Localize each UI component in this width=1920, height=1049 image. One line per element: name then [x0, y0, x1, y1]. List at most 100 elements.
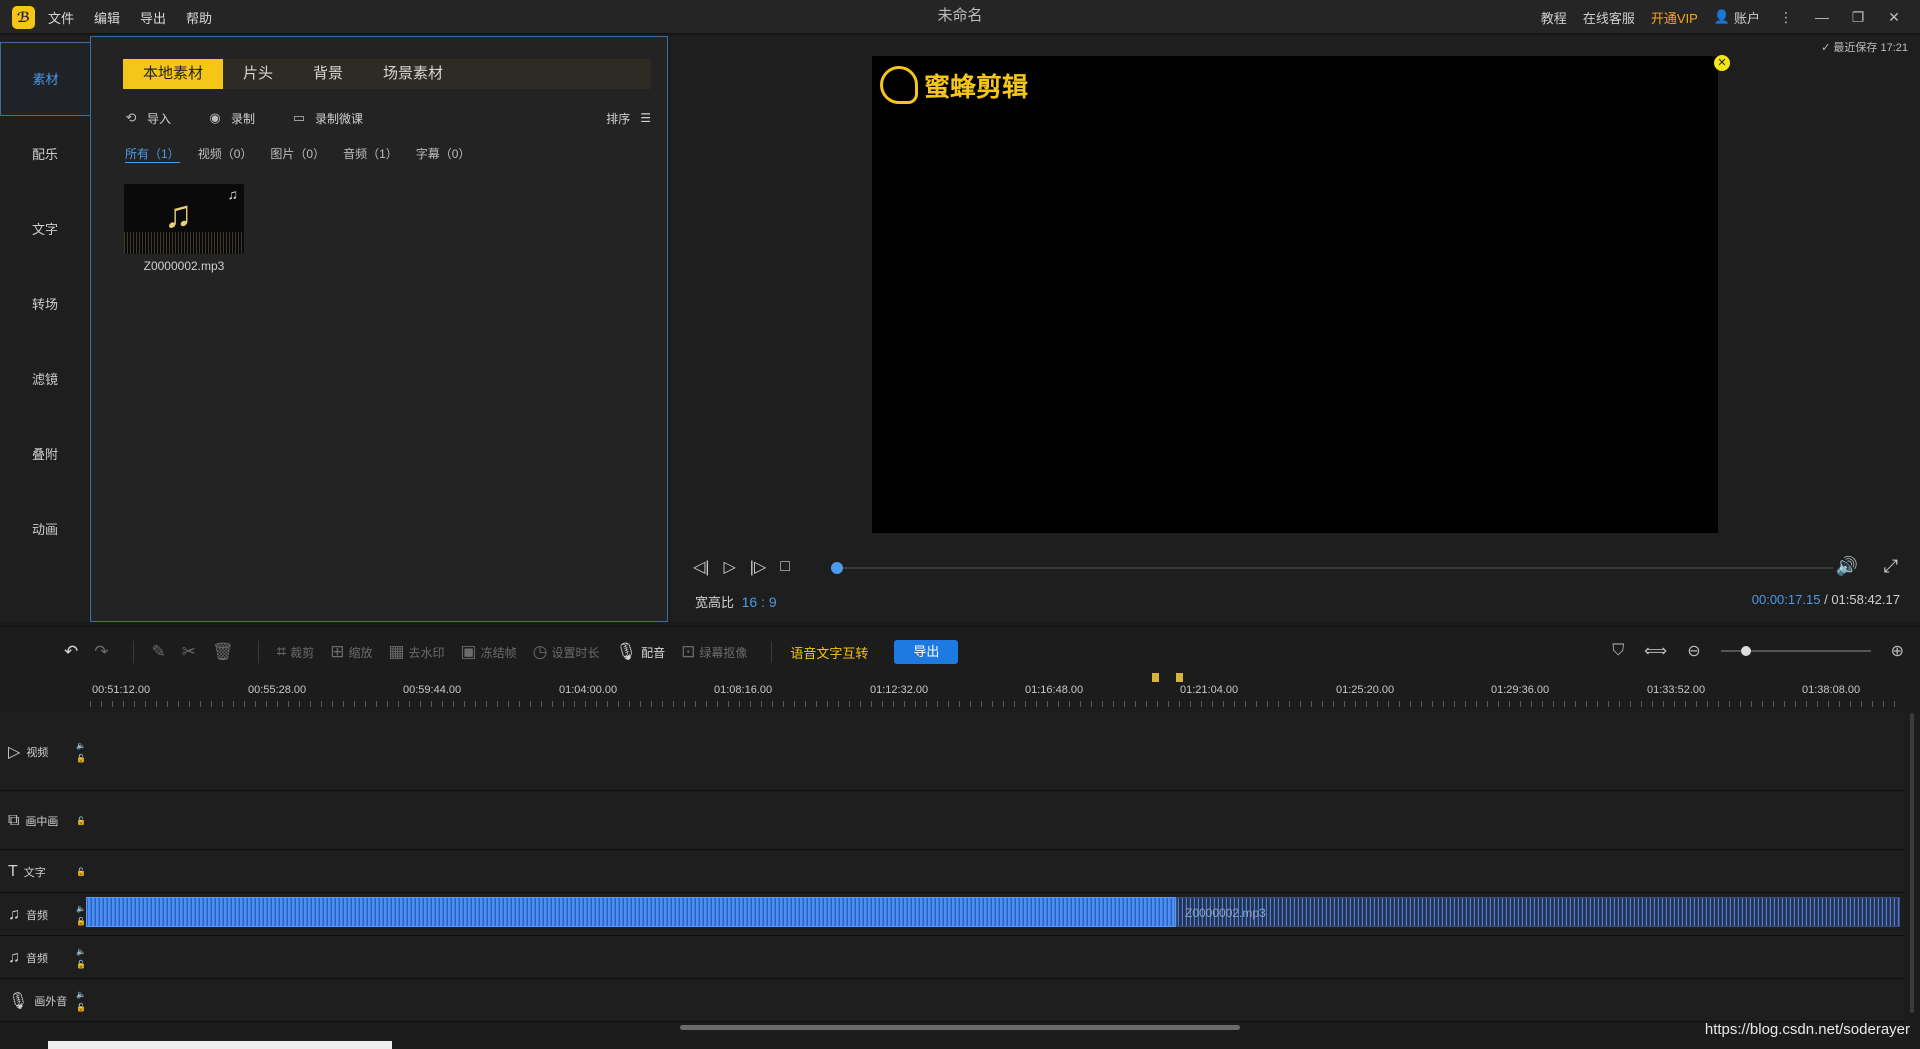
lock-icon[interactable]: 🔓 — [76, 865, 86, 878]
menu-file[interactable]: 文件 — [48, 8, 74, 27]
crop-icon: ⌗ — [276, 642, 287, 661]
sidebar-item-material[interactable]: 素材 — [0, 42, 90, 116]
ruler-label: 01:16:48.00 — [1025, 684, 1084, 696]
menu-export[interactable]: 导出 — [140, 8, 166, 27]
media-item-name: Z0000002.mp3 — [143, 259, 225, 273]
ruler-label: 01:21:04.00 — [1180, 684, 1239, 696]
tab-intro[interactable]: 片头 — [223, 59, 293, 89]
speech-text-button[interactable]: 语音文字互转 — [790, 643, 868, 662]
media-thumbnail[interactable]: ♫ ♫ — [124, 184, 244, 254]
speaker-icon[interactable]: 🔈 — [76, 739, 86, 752]
check-icon: ✓ — [1821, 42, 1831, 54]
sidebar-item-animation[interactable]: 动画 — [0, 493, 90, 567]
menu-edit[interactable]: 编辑 — [94, 8, 120, 27]
green-screen-button[interactable]: ⊡ 绿幕抠像 — [681, 642, 747, 662]
close-watermark-icon[interactable]: ✕ — [1714, 55, 1730, 71]
stop-icon[interactable]: □ — [780, 558, 790, 576]
vip-link[interactable]: 开通VIP — [1651, 8, 1698, 27]
minimize-icon[interactable]: — — [1812, 9, 1832, 25]
time-separator: / — [1824, 592, 1828, 607]
zoom-slider[interactable] — [1720, 646, 1871, 656]
zoom-button[interactable]: ⊞ 缩放 — [330, 642, 372, 662]
crop-button[interactable]: ⌗ 裁剪 — [277, 642, 315, 662]
support-link[interactable]: 在线客服 — [1583, 8, 1635, 27]
lock-icon[interactable]: 🔓 — [76, 1001, 86, 1014]
media-tabs: 本地素材 片头 背景 场景素材 — [123, 59, 651, 89]
zoom-label: 缩放 — [348, 645, 373, 660]
zoom-slider-knob[interactable] — [1740, 646, 1751, 656]
horizontal-scrollbar[interactable] — [680, 1025, 1240, 1030]
fullscreen-icon[interactable]: ⤢ — [1884, 556, 1898, 577]
left-sidebar: 素材 配乐 文字 转场 滤镜 叠附 动画 — [0, 36, 90, 622]
speaker-icon[interactable]: 🔈 — [76, 988, 86, 1001]
aspect-ratio-value[interactable]: 16 : 9 — [742, 594, 777, 610]
speaker-icon[interactable]: 🔈 — [76, 902, 86, 915]
fit-width-icon[interactable]: ⟺ — [1644, 641, 1667, 661]
sidebar-item-music[interactable]: 配乐 — [0, 118, 90, 192]
prev-frame-icon[interactable]: ◁| — [693, 557, 709, 577]
filter-audio[interactable]: 音频（1） — [343, 145, 398, 163]
clip-label: Z0000002.mp3 — [1185, 906, 1266, 920]
record-button[interactable]: ◉ 录制 — [207, 110, 255, 127]
freeze-frame-button[interactable]: ▣ 冻结帧 — [461, 642, 517, 662]
delete-button[interactable]: 🗑 — [212, 642, 234, 662]
zoom-in-icon[interactable]: ⊕ — [1891, 641, 1904, 661]
undo-icon: ↶ — [64, 642, 79, 661]
track-audio-2: ♫ 音频 🔈 🔓 — [0, 937, 1904, 979]
zoom-out-icon[interactable]: ⊖ — [1687, 641, 1700, 661]
record-course-label: 录制微课 — [315, 111, 364, 126]
music-note-icon: ♫ — [8, 948, 20, 966]
menu-help[interactable]: 帮助 — [186, 8, 212, 27]
marker-icon[interactable]: ⛉ — [1612, 642, 1624, 660]
filter-all[interactable]: 所有（1） — [125, 145, 180, 163]
lock-icon[interactable]: 🔓 — [76, 958, 86, 971]
bee-logo-icon[interactable]: ℬ — [12, 6, 35, 29]
dub-button[interactable]: 🎙 配音 — [615, 642, 665, 662]
sidebar-item-filter[interactable]: 滤镜 — [0, 343, 90, 417]
playback-progress[interactable] — [831, 562, 1833, 574]
undo-button[interactable]: ↶ — [64, 642, 78, 662]
lock-icon[interactable]: 🔓 — [76, 752, 86, 765]
record-course-button[interactable]: ▭ 录制微课 — [291, 110, 363, 127]
cut-button[interactable]: ✂ — [182, 642, 196, 662]
next-frame-icon[interactable]: |▷ — [750, 557, 766, 577]
restore-icon[interactable]: ❐ — [1848, 9, 1868, 26]
edit-button[interactable]: ✎ — [152, 642, 166, 662]
filter-video[interactable]: 视频（0） — [198, 145, 253, 163]
audio-clip-selected[interactable] — [86, 897, 1176, 927]
tutorial-link[interactable]: 教程 — [1541, 8, 1567, 27]
import-button[interactable]: ⟲ 导入 — [123, 110, 171, 127]
audio-clip[interactable]: Z0000002.mp3 — [86, 897, 1900, 927]
playhead-marker[interactable] — [1152, 673, 1159, 682]
audio-clip-part[interactable]: Z0000002.mp3 — [1176, 897, 1900, 927]
tab-scene[interactable]: 场景素材 — [363, 59, 463, 89]
export-button[interactable]: 导出 — [894, 640, 959, 664]
sidebar-item-transition[interactable]: 转场 — [0, 268, 90, 342]
sort-button[interactable]: 排序 ☰ — [606, 110, 651, 127]
progress-knob[interactable] — [831, 562, 843, 574]
preview-screen[interactable]: 蜜蜂剪辑 — [872, 56, 1718, 533]
pencil-icon: ✎ — [151, 642, 166, 661]
close-icon[interactable]: ✕ — [1884, 9, 1904, 26]
tab-local[interactable]: 本地素材 — [123, 59, 224, 89]
account-button[interactable]: 👤 账户 — [1714, 8, 1760, 27]
remove-watermark-button[interactable]: ▦ 去水印 — [388, 642, 444, 662]
tab-background[interactable]: 背景 — [293, 59, 363, 89]
track-header: T 文字 🔓 — [0, 851, 86, 892]
set-duration-button[interactable]: ◷ 设置时长 — [533, 642, 600, 662]
vertical-scrollbar[interactable] — [1910, 713, 1914, 1013]
lock-icon[interactable]: 🔓 — [76, 814, 86, 827]
volume-icon[interactable]: 🔊 — [1836, 556, 1858, 577]
timeline-ruler[interactable]: 00:51:12.00 00:55:28.00 00:59:44.00 01:0… — [90, 677, 1900, 711]
redo-button[interactable]: ↷ — [94, 642, 108, 662]
play-icon[interactable]: ▷ — [723, 557, 735, 577]
clip-marker[interactable] — [1176, 673, 1183, 682]
speaker-icon[interactable]: 🔈 — [76, 945, 86, 958]
filter-image[interactable]: 图片（0） — [270, 145, 325, 163]
lock-icon[interactable]: 🔓 — [76, 915, 86, 928]
filter-subtitle[interactable]: 字幕（0） — [416, 145, 471, 163]
ruler-label: 01:08:16.00 — [714, 684, 773, 696]
more-icon[interactable]: ⋮ — [1776, 9, 1796, 26]
sidebar-item-text[interactable]: 文字 — [0, 193, 90, 267]
sidebar-item-overlay[interactable]: 叠附 — [0, 418, 90, 492]
